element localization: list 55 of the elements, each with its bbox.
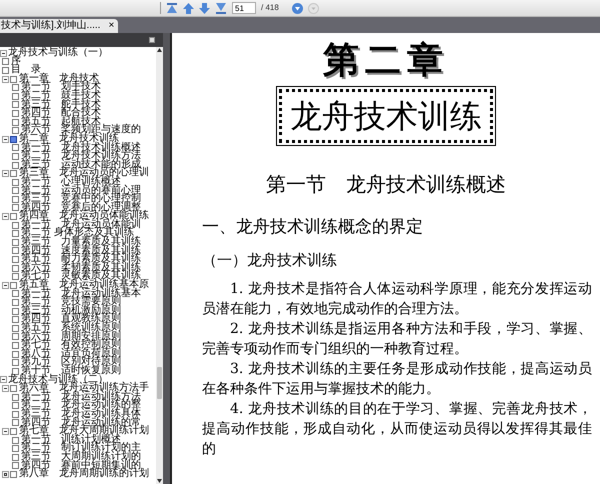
outline-item[interactable]: 第四章 龙舟运动员体能训练 xyxy=(19,212,149,221)
expand-toggle-icon[interactable] xyxy=(2,470,9,478)
outline-item[interactable]: 第一节 龙舟技术训练概述 xyxy=(21,144,141,152)
body-paragraph: 4. 龙舟技术训练的目的在于学习、掌握、完善龙舟技术，提高动作技能，形成自动化，从而使运动员得以发挥得其最佳的 xyxy=(202,400,592,459)
scroll-down-icon[interactable] xyxy=(157,479,162,483)
chapter-title: 第二章 xyxy=(323,39,449,81)
down-arrow-icon[interactable] xyxy=(199,2,210,14)
outline-item[interactable]: 第二节 竞技需要原则 xyxy=(21,298,121,307)
collapse-toggle-icon[interactable] xyxy=(2,384,9,392)
body-paragraph: 3. 龙舟技术训练的主要任务是形成动作技能，提高运动员在各种条件下运用与掌握技术的能力。 xyxy=(202,360,592,399)
page-total: / 418 xyxy=(261,2,279,14)
body-paragraph: 2. 龙舟技术训练是指运用各种方法和手段，学习、掌握、完善专项动作而专门组织的一种教育过程。 xyxy=(202,320,592,359)
panel-button-icon[interactable] xyxy=(149,37,155,43)
subsection-heading: 一、龙舟技术训练概念的界定 xyxy=(202,216,424,239)
tab-title: 技术与训练].刘坤山..... xyxy=(1,20,100,32)
go-button-icon[interactable] xyxy=(292,2,303,14)
close-tab-button[interactable]: × xyxy=(108,20,114,32)
collapse-toggle-icon[interactable] xyxy=(2,428,9,435)
body-paragraph: 1. 龙舟技术是指符合人体运动科学原理，能充分发挥运动员潜在能力，有效地完成动作的合理方法。 xyxy=(202,280,592,319)
outline-item[interactable]: 第七节 有效控制原则 xyxy=(21,341,121,350)
scrollbar[interactable] xyxy=(156,47,163,484)
subsubsection-heading: （一）龙舟技术训练 xyxy=(202,250,338,271)
collapse-toggle-icon[interactable] xyxy=(2,213,9,220)
title-frame: 龙舟技术训练 xyxy=(279,89,493,143)
scroll-thumb[interactable] xyxy=(157,367,162,399)
outline-item[interactable]: 第二节 运动员的赛前心理 xyxy=(21,186,141,196)
outline-item[interactable]: 第六节 周期安排原则 xyxy=(21,332,121,342)
collapse-toggle-icon[interactable] xyxy=(2,282,9,289)
outline-item[interactable]: 第一节 心理训练概述 xyxy=(21,178,121,186)
section-heading: 第一节 龙舟技术训练概述 xyxy=(266,171,506,197)
document-tab[interactable]: 技术与训练].刘坤山..... × xyxy=(0,19,118,33)
outline-item[interactable]: 第二章 龙舟技术训练 xyxy=(19,134,119,144)
last-page-icon[interactable] xyxy=(215,2,227,14)
outline-item[interactable]: 第八章 龙舟周期训练的计划 xyxy=(19,470,149,479)
scroll-up-icon[interactable] xyxy=(157,48,162,52)
outline-item[interactable]: 第五节 系统训练原则 xyxy=(21,324,121,333)
collapse-toggle-icon[interactable] xyxy=(2,170,9,178)
outline-item[interactable]: 第一节 训练计划概述 xyxy=(21,436,121,444)
outline-item[interactable]: 第三节 龙舟运动训练具体 xyxy=(21,410,141,419)
collapse-toggle-icon[interactable] xyxy=(0,50,7,57)
up-arrow-icon[interactable] xyxy=(183,2,194,14)
collapse-toggle-icon[interactable] xyxy=(0,376,7,384)
outline-item[interactable]: 第七章 龙舟大周期训练计划 xyxy=(19,427,149,436)
outline-item[interactable]: 第三节 大周期训练计划的 xyxy=(21,452,141,462)
page-number-field[interactable]: 51 xyxy=(232,2,256,14)
outline-item[interactable]: 第一节 划手技术 xyxy=(21,83,101,92)
collapse-toggle-icon[interactable] xyxy=(2,76,9,83)
outline-item[interactable]: 第六节 柔韧素质及其训练 xyxy=(21,264,141,272)
outline-item[interactable]: 第八节 适宜负荷原则 xyxy=(21,350,121,358)
outline-item[interactable]: 第一节 龙舟运动训练基本 xyxy=(21,290,141,298)
outline-item[interactable]: 第四节 速度素质及其训练 xyxy=(21,246,141,256)
outline-item[interactable]: 第三章 龙舟运动员的心理训 xyxy=(19,169,149,178)
outline-item[interactable]: 序 xyxy=(11,58,21,66)
first-page-icon[interactable] xyxy=(166,2,178,14)
collapse-toggle-icon[interactable] xyxy=(2,136,9,143)
